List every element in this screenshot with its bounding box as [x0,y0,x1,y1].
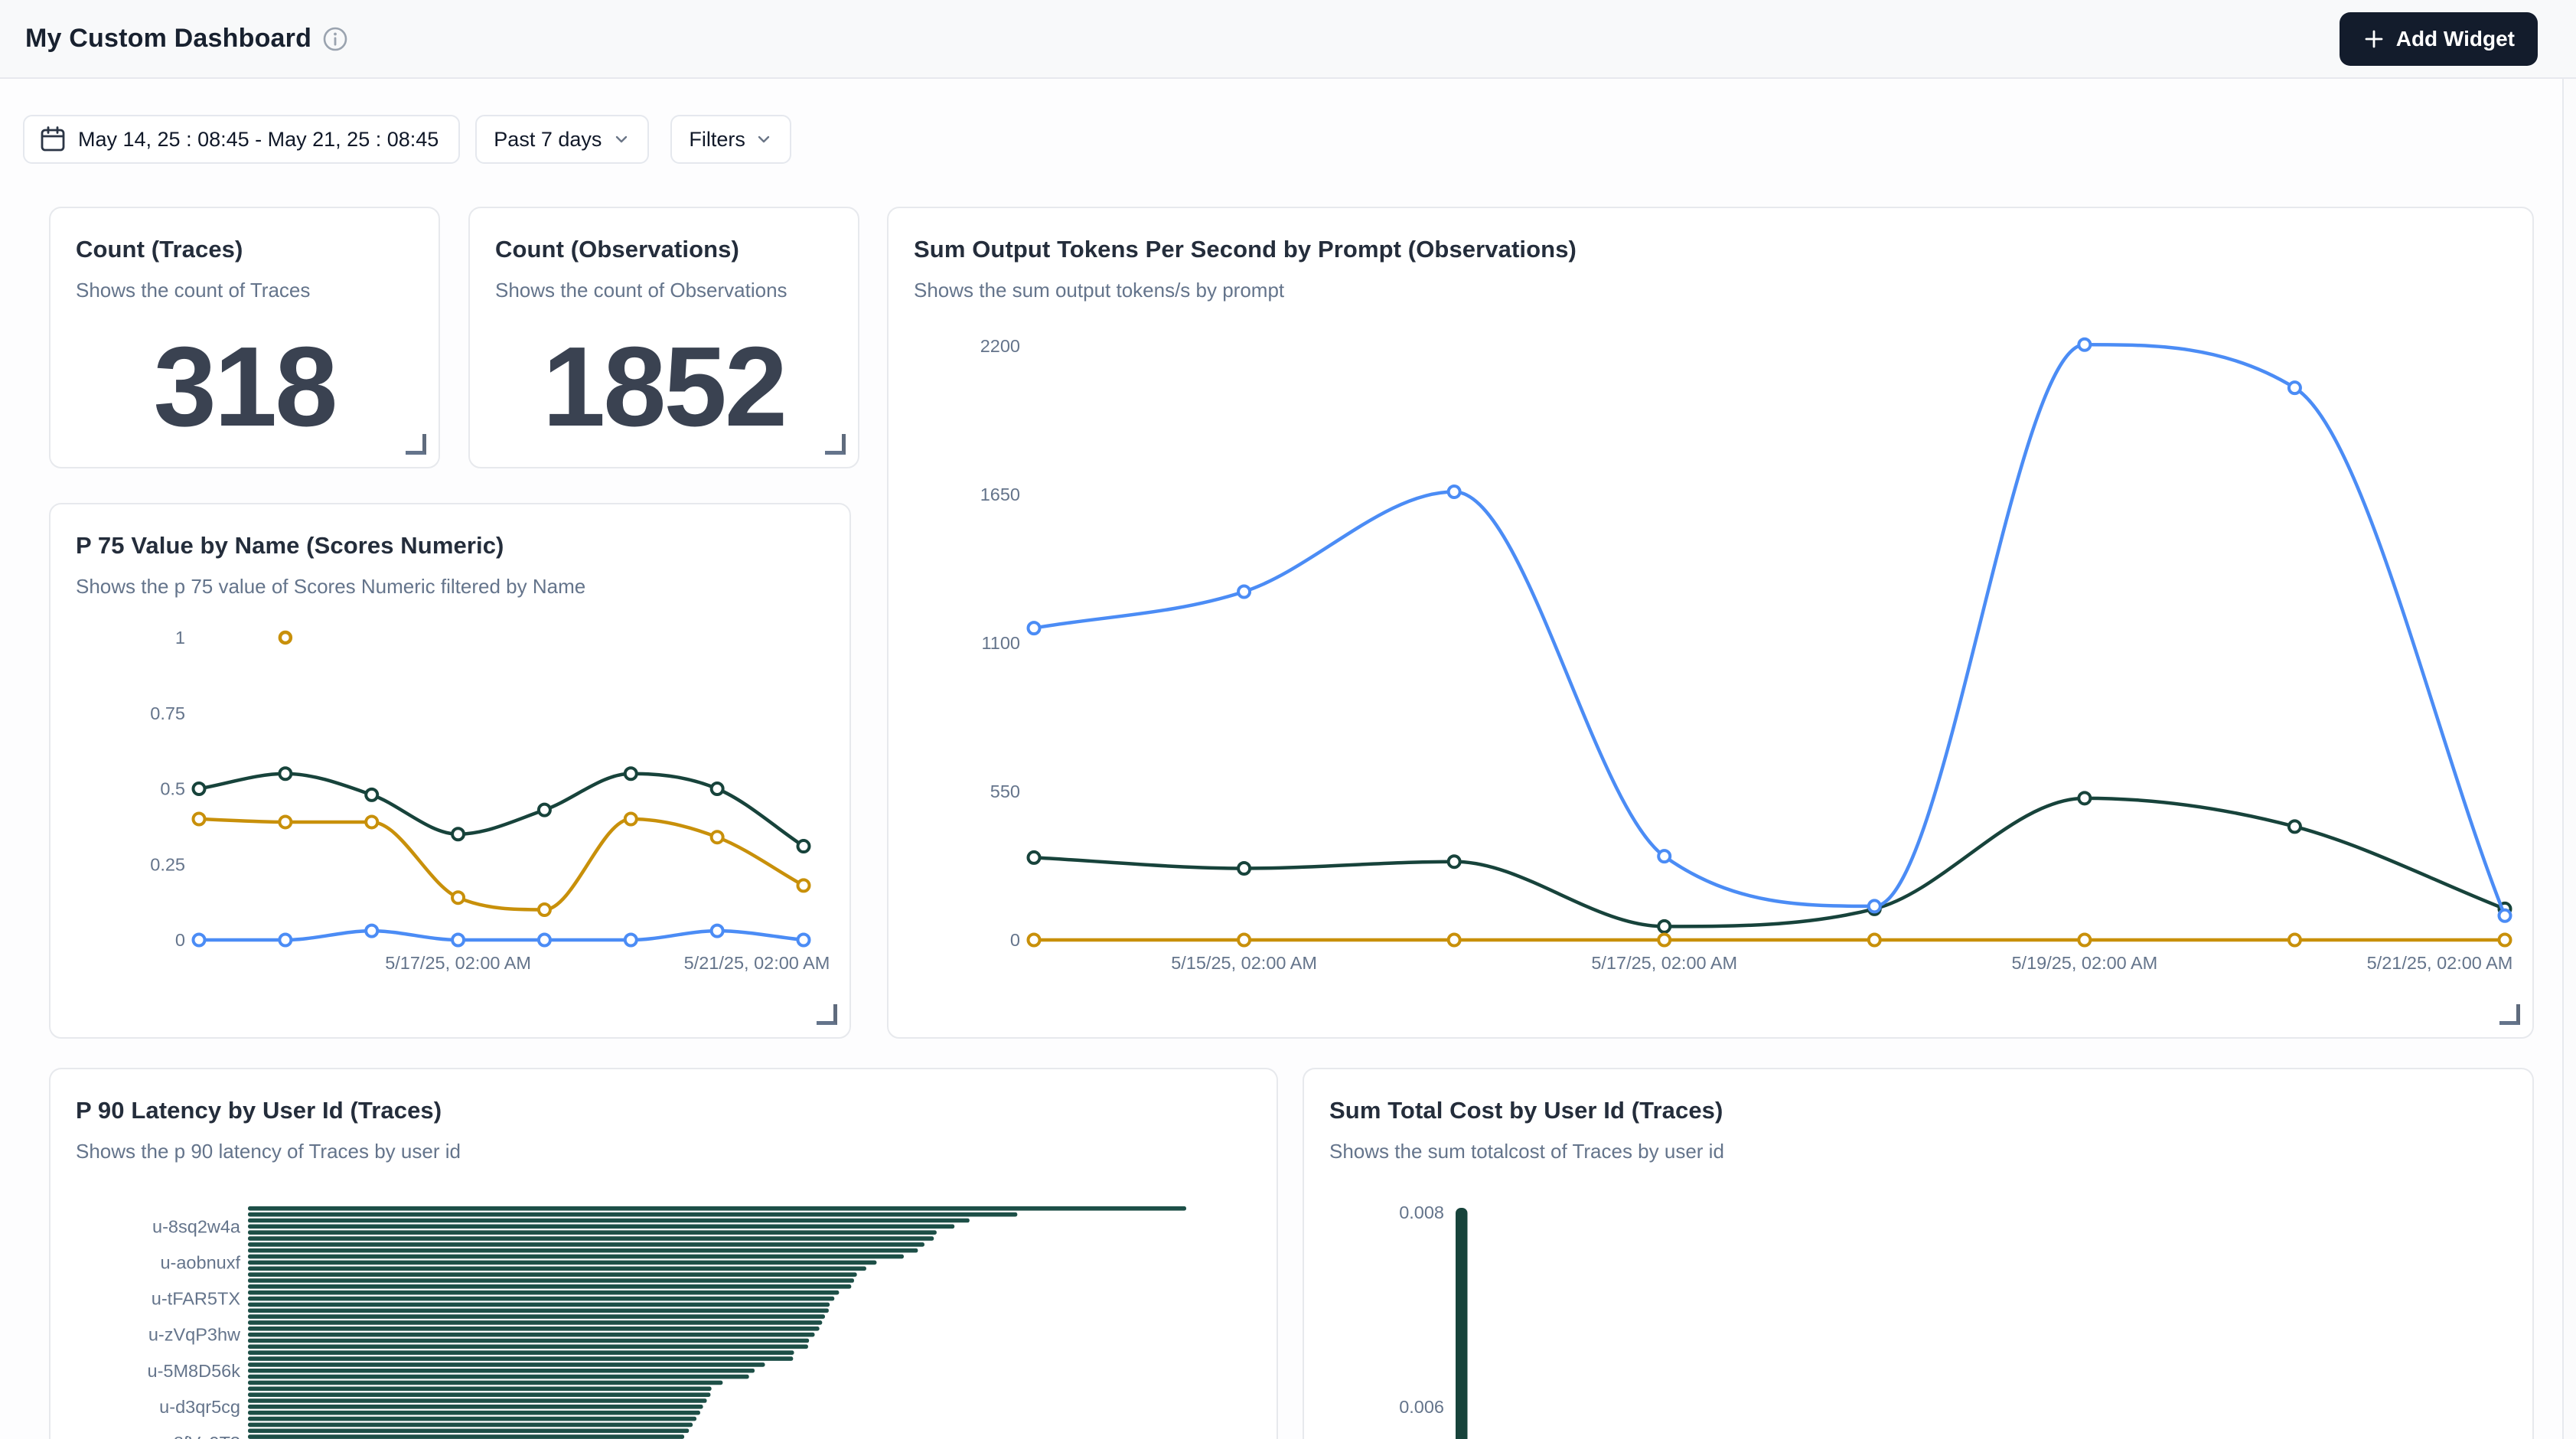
chevron-down-icon [755,130,773,148]
svg-text:5/17/25, 02:00 AM: 5/17/25, 02:00 AM [385,953,531,973]
svg-text:550: 550 [990,781,1020,801]
filter-bar: May 14, 25 : 08:45 - May 21, 25 : 08:45 … [23,115,791,164]
cost-bar-chart[interactable]: 0.008 0.006 [1304,1069,2534,1439]
svg-text:u-5M8D56k: u-5M8D56k [148,1361,241,1381]
widget-subtitle: Shows the p 75 value of Scores Numeric f… [76,575,585,599]
page-title: My Custom Dashboard [25,24,311,54]
svg-text:5/17/25, 02:00 AM: 5/17/25, 02:00 AM [1591,953,1737,973]
svg-text:0.75: 0.75 [150,703,185,723]
page-header: My Custom Dashboard Add Widget [0,0,2576,79]
svg-text:5/21/25, 02:00 AM: 5/21/25, 02:00 AM [684,953,830,973]
date-range-button[interactable]: May 14, 25 : 08:45 - May 21, 25 : 08:45 [23,115,460,164]
range-preset-label: Past 7 days [494,128,602,152]
widget-title: Count (Observations) [495,236,739,263]
resize-handle-icon[interactable] [2499,1004,2520,1025]
plus-icon [2362,28,2385,51]
widget-title: Count (Traces) [76,236,243,263]
metric-value: 1852 [543,322,785,452]
metric-value: 318 [154,322,336,452]
tokens-line-chart[interactable]: 0 550 1100 1650 2200 5/15/25, 02:00 AM 5/17/25… [911,323,2520,997]
svg-text:2200: 2200 [980,336,1020,356]
filters-label: Filters [689,128,745,152]
svg-text:5/21/25, 02:00 AM: 5/21/25, 02:00 AM [2367,953,2513,973]
svg-text:u-8sq2w4a: u-8sq2w4a [152,1216,241,1236]
widget-card-count-traces[interactable]: Count (Traces) Shows the count of Traces… [49,207,440,468]
svg-text:0: 0 [1010,930,1020,950]
p75-line-chart[interactable]: 0 0.25 0.5 0.75 1 5/17/25, 02:00 AM 5/21/25, 0… [66,596,837,1025]
calendar-icon [40,126,66,153]
svg-text:u-d3qr5cg: u-d3qr5cg [159,1397,240,1417]
widget-title: P 75 Value by Name (Scores Numeric) [76,532,504,560]
widget-card-p90-latency[interactable]: P 90 Latency by User Id (Traces) Shows t… [49,1068,1278,1439]
widget-card-tokens-per-second[interactable]: Sum Output Tokens Per Second by Prompt (… [887,207,2534,1039]
info-icon[interactable] [322,26,348,52]
svg-text:5/15/25, 02:00 AM: 5/15/25, 02:00 AM [1171,953,1317,973]
svg-text:1650: 1650 [980,485,1020,504]
svg-text:u-aobnuxf: u-aobnuxf [160,1252,240,1272]
date-range-label: May 14, 25 : 08:45 - May 21, 25 : 08:45 [78,128,439,152]
filters-button[interactable]: Filters [670,115,791,164]
svg-text:u-zVqP3hw: u-zVqP3hw [148,1325,241,1345]
widget-subtitle: Shows the sum output tokens/s by prompt [914,279,1284,302]
resize-handle-icon[interactable] [817,1004,837,1025]
add-widget-label: Add Widget [2396,27,2515,51]
widget-card-count-observations[interactable]: Count (Observations) Shows the count of … [468,207,859,468]
widget-subtitle: Shows the count of Traces [76,279,310,302]
svg-text:0.006: 0.006 [1399,1397,1444,1417]
chevron-down-icon [612,130,631,148]
svg-text:u-8fVa9T3: u-8fVa9T3 [158,1433,240,1439]
svg-text:0.008: 0.008 [1399,1202,1444,1222]
range-preset-button[interactable]: Past 7 days [475,115,649,164]
widget-card-sum-total-cost[interactable]: Sum Total Cost by User Id (Traces) Shows… [1303,1068,2534,1439]
scrollbar-track[interactable] [2562,79,2576,1439]
svg-text:0.5: 0.5 [160,779,185,799]
svg-text:5/19/25, 02:00 AM: 5/19/25, 02:00 AM [2011,953,2157,973]
svg-text:1100: 1100 [981,633,1020,653]
svg-text:u-tFAR5TX: u-tFAR5TX [152,1289,241,1309]
resize-handle-icon[interactable] [406,434,426,455]
metric-container: 1852 [470,308,858,467]
svg-text:0.25: 0.25 [150,854,185,874]
widget-subtitle: Shows the count of Observations [495,279,787,302]
dashboard-page: My Custom Dashboard Add Widget May 14, 2… [0,0,2576,1439]
widget-card-p75-value[interactable]: P 75 Value by Name (Scores Numeric) Show… [49,503,851,1039]
p90-bar-chart[interactable]: u-8sq2w4a u-aobnuxf u-tFAR5TX u-zVqP3hw u-5M… [51,1069,1278,1439]
svg-text:0: 0 [175,930,185,950]
widget-title: Sum Output Tokens Per Second by Prompt (… [914,236,1577,263]
svg-text:1: 1 [175,628,185,648]
metric-container: 318 [51,308,439,467]
add-widget-button[interactable]: Add Widget [2340,12,2538,66]
resize-handle-icon[interactable] [825,434,846,455]
